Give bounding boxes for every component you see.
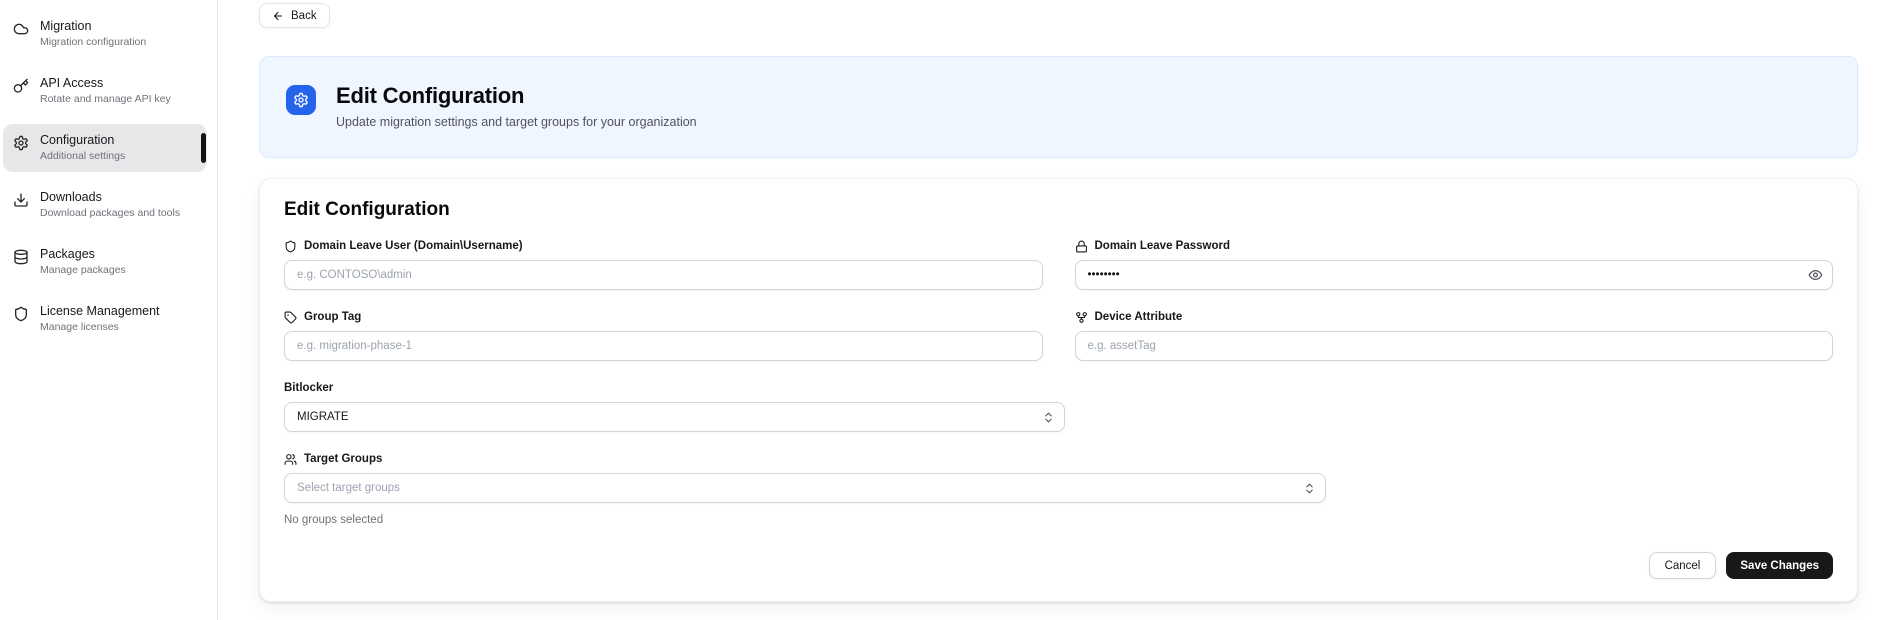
app-window: Migration Migration configuration API Ac… <box>0 0 1883 620</box>
sidebar-item-configuration[interactable]: Configuration Additional settings <box>3 124 207 172</box>
save-changes-button[interactable]: Save Changes <box>1726 552 1833 579</box>
key-icon <box>13 78 29 94</box>
field-device-attribute: Device Attribute <box>1074 310 1834 361</box>
sidebar-item-label: Migration <box>40 19 92 33</box>
bitlocker-select[interactable]: MIGRATE <box>284 402 1065 432</box>
target-groups-placeholder: Select target groups <box>297 482 400 494</box>
download-icon <box>13 192 29 208</box>
sidebar-item-label: API Access <box>40 76 104 90</box>
git-fork-icon <box>1075 311 1087 323</box>
target-groups-select[interactable]: Select target groups <box>284 473 1327 503</box>
sidebar-item-label: Packages <box>40 247 95 261</box>
edit-configuration-banner: Edit Configuration Update migration sett… <box>259 56 1858 158</box>
sidebar-item-description: Rotate and manage API key <box>40 93 171 105</box>
sidebar-item-description: Manage packages <box>40 264 126 276</box>
sidebar-item-description: Migration configuration <box>40 36 147 48</box>
domain-leave-user-input[interactable] <box>284 260 1043 290</box>
field-domain-leave-password: Domain Leave Password <box>1074 239 1834 290</box>
shield-icon <box>285 240 296 252</box>
cloud-icon <box>13 21 29 37</box>
sidebar-item-api-access[interactable]: API Access Rotate and manage API key <box>3 67 207 115</box>
sidebar-item-downloads[interactable]: Downloads Download packages and tools <box>3 181 207 229</box>
page-subtitle: Update migration settings and target gro… <box>336 115 697 129</box>
bitlocker-selected-value: MIGRATE <box>297 411 349 423</box>
shield-icon <box>13 306 29 322</box>
eye-icon <box>1808 270 1823 280</box>
toggle-password-visibility-button[interactable] <box>1808 268 1823 283</box>
device-attribute-input[interactable] <box>1074 331 1833 361</box>
sidebar-item-label: License Management <box>40 304 160 318</box>
form-title: Edit Configuration <box>284 199 450 220</box>
form-grid: Domain Leave User (Domain\Username) Doma… <box>284 239 1833 361</box>
domain-leave-password-input[interactable] <box>1074 260 1833 290</box>
arrow-left-icon <box>273 11 283 20</box>
edit-configuration-card: Edit Configuration Domain Leave User (Do… <box>259 178 1858 602</box>
cancel-button[interactable]: Cancel <box>1648 552 1717 579</box>
back-button-label: Back <box>291 9 317 22</box>
field-label: Group Tag <box>284 310 1043 324</box>
sidebar-item-label: Downloads <box>40 190 102 204</box>
sidebar: Migration Migration configuration API Ac… <box>0 0 218 620</box>
page-title: Edit Configuration <box>336 83 525 108</box>
sidebar-item-packages[interactable]: Packages Manage packages <box>3 238 207 286</box>
gear-icon <box>13 135 29 151</box>
no-groups-selected-text: No groups selected <box>284 514 384 526</box>
field-label: Bitlocker <box>284 382 334 394</box>
lock-icon <box>1075 240 1087 252</box>
field-label: Target Groups <box>284 452 1326 466</box>
field-label: Domain Leave Password <box>1075 239 1834 253</box>
users-icon <box>284 453 297 465</box>
field-label: Device Attribute <box>1075 310 1834 324</box>
chevrons-up-down-icon <box>1306 483 1314 493</box>
field-bitlocker: Bitlocker MIGRATE <box>284 381 1065 432</box>
sidebar-item-license-management[interactable]: License Management Manage licenses <box>3 295 207 343</box>
sidebar-item-label: Configuration <box>40 133 115 147</box>
database-icon <box>13 249 29 265</box>
field-label: Domain Leave User (Domain\Username) <box>284 239 1043 253</box>
form-actions: Cancel Save Changes <box>284 552 1833 579</box>
sidebar-item-migration[interactable]: Migration Migration configuration <box>3 10 207 58</box>
field-domain-leave-user: Domain Leave User (Domain\Username) <box>284 239 1043 290</box>
sidebar-item-description: Manage licenses <box>40 321 119 333</box>
field-group-tag: Group Tag <box>284 310 1043 361</box>
sidebar-item-description: Additional settings <box>40 150 126 162</box>
field-target-groups: Target Groups Select target groups <box>284 452 1327 503</box>
group-tag-input[interactable] <box>284 331 1043 361</box>
active-indicator <box>201 133 206 163</box>
chevrons-up-down-icon <box>1044 412 1052 422</box>
back-button[interactable]: Back <box>259 3 330 28</box>
tag-icon <box>284 311 297 323</box>
main-content: Back Edit Configuration Update migration… <box>218 0 1883 620</box>
gear-icon <box>286 85 316 115</box>
sidebar-item-description: Download packages and tools <box>40 207 181 219</box>
